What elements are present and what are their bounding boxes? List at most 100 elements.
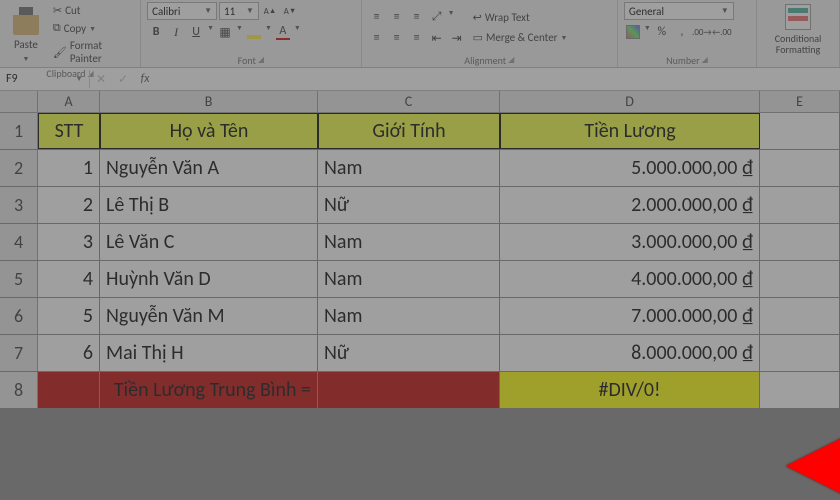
- cell[interactable]: [760, 261, 840, 297]
- cell-avg-value[interactable]: #DIV/0!: [500, 372, 760, 408]
- copy-button[interactable]: ⧉Copy▼: [50, 19, 134, 37]
- merge-center-button[interactable]: ▭Merge & Center▼: [470, 29, 571, 46]
- cell[interactable]: Nguyễn Văn A: [100, 150, 318, 186]
- chevron-down-icon[interactable]: ▼: [644, 23, 651, 41]
- cell[interactable]: 7.000.000,00 ₫: [500, 298, 760, 334]
- row-header[interactable]: 1: [0, 113, 38, 149]
- chevron-down-icon[interactable]: ▼: [75, 74, 83, 84]
- cell[interactable]: 6: [38, 335, 100, 371]
- fill-color-button[interactable]: [245, 23, 263, 41]
- cell[interactable]: Nguyễn Văn M: [100, 298, 318, 334]
- cell[interactable]: 4.000.000,00 ₫: [500, 261, 760, 297]
- cell[interactable]: 3.000.000,00 ₫: [500, 224, 760, 260]
- font-name-input[interactable]: [150, 5, 202, 18]
- cell[interactable]: Mai Thị H: [100, 335, 318, 371]
- number-format-input[interactable]: [627, 5, 719, 18]
- chevron-down-icon[interactable]: ▼: [207, 23, 214, 41]
- cancel-formula-button[interactable]: ✕: [90, 72, 112, 87]
- comma-button[interactable]: ,: [673, 23, 691, 41]
- align-bottom-button[interactable]: ≡: [408, 8, 426, 26]
- column-header-c[interactable]: C: [318, 91, 500, 112]
- decrease-font-button[interactable]: A▼: [281, 2, 299, 20]
- align-center-button[interactable]: ≡: [388, 29, 406, 47]
- cell[interactable]: Nam: [318, 224, 500, 260]
- cell[interactable]: 8.000.000,00 ₫: [500, 335, 760, 371]
- cell[interactable]: Tiền Lương: [500, 113, 760, 149]
- font-color-button[interactable]: A: [274, 23, 292, 41]
- orientation-button[interactable]: ⤢: [428, 8, 446, 26]
- formula-input[interactable]: [156, 70, 840, 88]
- cell[interactable]: 2.000.000,00 ₫: [500, 187, 760, 223]
- align-top-button[interactable]: ≡: [368, 8, 386, 26]
- column-header-e[interactable]: E: [760, 91, 840, 112]
- format-painter-button[interactable]: 🖌Format Painter: [50, 37, 134, 67]
- dialog-launcher-icon[interactable]: ◢: [258, 55, 264, 65]
- row-header[interactable]: 8: [0, 372, 38, 408]
- chevron-down-icon[interactable]: ▼: [244, 6, 256, 16]
- cell[interactable]: Nam: [318, 150, 500, 186]
- cell[interactable]: Huỳnh Văn D: [100, 261, 318, 297]
- cell[interactable]: Lê Thị B: [100, 187, 318, 223]
- number-format-combo[interactable]: ▼: [624, 2, 734, 20]
- cell[interactable]: [760, 113, 840, 149]
- cut-button[interactable]: ✂Cut: [50, 2, 134, 19]
- cell[interactable]: 1: [38, 150, 100, 186]
- cell[interactable]: STT: [38, 113, 100, 149]
- cell[interactable]: Lê Văn C: [100, 224, 318, 260]
- italic-button[interactable]: I: [167, 23, 185, 41]
- font-name-combo[interactable]: ▼: [147, 2, 217, 20]
- font-size-combo[interactable]: ▼: [219, 2, 259, 20]
- select-all-button[interactable]: [0, 91, 38, 112]
- chevron-down-icon[interactable]: ▼: [202, 6, 214, 16]
- underline-button[interactable]: U: [187, 23, 205, 41]
- cell-avg-label[interactable]: Tiền Lương Trung Bình =: [100, 372, 318, 408]
- cell[interactable]: 4: [38, 261, 100, 297]
- column-header-b[interactable]: B: [100, 91, 318, 112]
- row-header[interactable]: 4: [0, 224, 38, 260]
- enter-formula-button[interactable]: ✓: [112, 72, 134, 87]
- column-header-d[interactable]: D: [500, 91, 760, 112]
- borders-button[interactable]: ▦: [216, 23, 234, 41]
- chevron-down-icon[interactable]: ▼: [236, 23, 243, 41]
- fx-icon[interactable]: fx: [134, 72, 156, 86]
- cell[interactable]: [760, 187, 840, 223]
- align-middle-button[interactable]: ≡: [388, 8, 406, 26]
- cell[interactable]: Giới Tính: [318, 113, 500, 149]
- cell[interactable]: Nữ: [318, 335, 500, 371]
- chevron-down-icon[interactable]: ▼: [719, 6, 731, 16]
- dialog-launcher-icon[interactable]: ◢: [702, 55, 708, 65]
- row-header[interactable]: 2: [0, 150, 38, 186]
- cell[interactable]: Họ và Tên: [100, 113, 318, 149]
- cell[interactable]: 3: [38, 224, 100, 260]
- cell[interactable]: [760, 372, 840, 408]
- chevron-down-icon[interactable]: ▼: [448, 8, 455, 26]
- dialog-launcher-icon[interactable]: ◢: [508, 55, 514, 65]
- increase-font-button[interactable]: A▲: [261, 2, 279, 20]
- cell[interactable]: Nam: [318, 298, 500, 334]
- conditional-formatting-button[interactable]: Conditional Formatting: [763, 2, 833, 57]
- align-left-button[interactable]: ≡: [368, 29, 386, 47]
- column-header-a[interactable]: A: [38, 91, 100, 112]
- row-header[interactable]: 3: [0, 187, 38, 223]
- decrease-decimal-button[interactable]: ←.00: [713, 23, 731, 41]
- cell[interactable]: 2: [38, 187, 100, 223]
- decrease-indent-button[interactable]: ⇤: [428, 29, 446, 47]
- cell[interactable]: 5: [38, 298, 100, 334]
- cell[interactable]: [760, 335, 840, 371]
- percent-button[interactable]: %: [653, 23, 671, 41]
- name-box[interactable]: F9▼: [0, 70, 90, 88]
- cell[interactable]: [318, 372, 500, 408]
- font-size-input[interactable]: [222, 5, 244, 18]
- increase-decimal-button[interactable]: .00→: [693, 23, 711, 41]
- cell[interactable]: 5.000.000,00 ₫: [500, 150, 760, 186]
- accounting-format-button[interactable]: [624, 23, 642, 41]
- cell[interactable]: Nam: [318, 261, 500, 297]
- cell[interactable]: [760, 298, 840, 334]
- chevron-down-icon[interactable]: ▼: [294, 23, 301, 41]
- row-header[interactable]: 6: [0, 298, 38, 334]
- paste-button[interactable]: Paste ▼: [6, 5, 46, 65]
- align-right-button[interactable]: ≡: [408, 29, 426, 47]
- cell[interactable]: [38, 372, 100, 408]
- chevron-down-icon[interactable]: ▼: [265, 23, 272, 41]
- increase-indent-button[interactable]: ⇥: [448, 29, 466, 47]
